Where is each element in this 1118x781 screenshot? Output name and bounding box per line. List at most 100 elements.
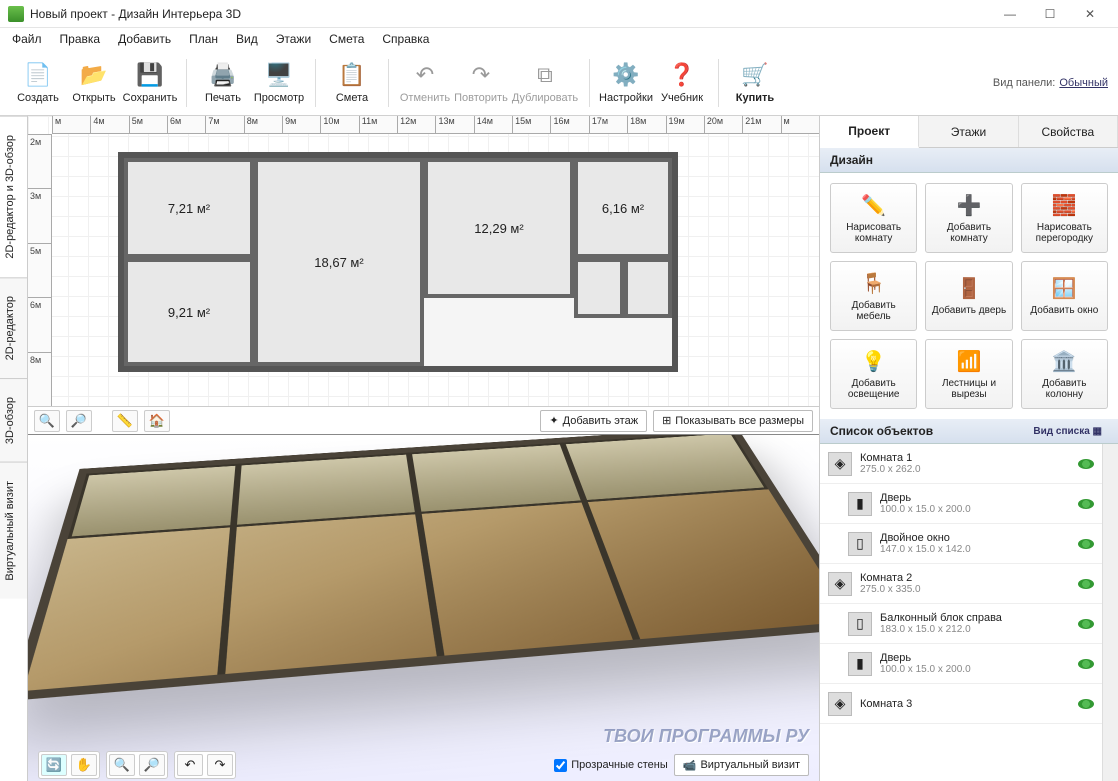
menu-file[interactable]: Файл xyxy=(4,30,50,48)
app-icon xyxy=(8,6,24,22)
floor-plan[interactable]: 7,21 м² 18,67 м² 12,29 м² 6,16 м² 9,21 м… xyxy=(118,152,678,372)
object-row[interactable]: ◈Комната 1275.0 x 262.0 xyxy=(820,444,1102,484)
add-floor-button[interactable]: ✦Добавить этаж xyxy=(540,410,647,432)
object-row[interactable]: ◈Комната 3 xyxy=(820,684,1102,724)
object-row[interactable]: ▯Балконный блок справа183.0 x 15.0 x 212… xyxy=(820,604,1102,644)
scrollbar[interactable] xyxy=(1102,444,1118,781)
orbit-button[interactable]: 🔄 xyxy=(41,754,67,776)
tool-draw-partition[interactable]: 🧱Нарисовать перегородку xyxy=(1021,183,1108,253)
menu-floors[interactable]: Этажи xyxy=(268,30,319,48)
room-5[interactable]: 9,21 м² xyxy=(124,258,254,366)
virtual-visit-button[interactable]: 📹Виртуальный визит xyxy=(674,754,809,776)
tab-properties[interactable]: Свойства xyxy=(1019,116,1118,147)
object-row[interactable]: ◈Комната 2275.0 x 335.0 xyxy=(820,564,1102,604)
preview-button[interactable]: 🖥️Просмотр xyxy=(251,55,307,111)
monitor-icon: 🖥️ xyxy=(265,61,293,89)
undo-icon: ↶ xyxy=(411,61,439,89)
visibility-toggle[interactable] xyxy=(1078,579,1094,589)
zoom-in-button[interactable]: 🔎 xyxy=(66,410,92,432)
duplicate-button[interactable]: ⧉Дублировать xyxy=(509,55,581,111)
add-room-icon: ➕ xyxy=(957,193,982,218)
tab-floors[interactable]: Этажи xyxy=(919,116,1018,147)
canvas-2d[interactable]: м4м5м6м7м8м9м10м11м12м13м14м15м16м17м18м… xyxy=(28,116,819,435)
zoom-in-3d[interactable]: 🔎 xyxy=(139,754,165,776)
menu-add[interactable]: Добавить xyxy=(110,30,179,48)
tab-3d[interactable]: 3D-обзор xyxy=(0,378,27,462)
room-small-1[interactable] xyxy=(574,258,624,318)
visibility-toggle[interactable] xyxy=(1078,539,1094,549)
rotate-left[interactable]: ↶ xyxy=(177,754,203,776)
clipboard-icon: 📋 xyxy=(338,61,366,89)
object-icon: ▮ xyxy=(848,492,872,516)
menu-estimate[interactable]: Смета xyxy=(321,30,372,48)
tab-2d-3d[interactable]: 2D-редактор и 3D-обзор xyxy=(0,116,27,277)
create-button[interactable]: 📄Создать xyxy=(10,55,66,111)
close-button[interactable]: ✕ xyxy=(1070,2,1110,26)
visibility-toggle[interactable] xyxy=(1078,659,1094,669)
zoom-out-3d[interactable]: 🔍 xyxy=(109,754,135,776)
tab-2d[interactable]: 2D-редактор xyxy=(0,277,27,378)
list-icon[interactable]: ▦ xyxy=(1093,426,1102,437)
canvas-3d[interactable]: ТВОИ ПРОГРАММЫ РУ 🔄 ✋ 🔍 🔎 ↶ ↷ Прозрачные… xyxy=(28,435,819,781)
show-dims-button[interactable]: ⊞Показывать все размеры xyxy=(653,410,813,432)
stairs-icon: 📶 xyxy=(957,349,982,374)
panel-mode-link[interactable]: Обычный xyxy=(1059,77,1108,89)
object-row[interactable]: ▮Дверь100.0 x 15.0 x 200.0 xyxy=(820,484,1102,524)
room-small-2[interactable] xyxy=(624,258,672,318)
tool-draw-room[interactable]: ✏️Нарисовать комнату xyxy=(830,183,917,253)
print-button[interactable]: 🖨️Печать xyxy=(195,55,251,111)
object-row[interactable]: ▮Дверь100.0 x 15.0 x 200.0 xyxy=(820,644,1102,684)
titlebar: Новый проект - Дизайн Интерьера 3D — ☐ ✕ xyxy=(0,0,1118,28)
column-icon: 🏛️ xyxy=(1052,349,1077,374)
rotate-right[interactable]: ↷ xyxy=(207,754,233,776)
object-icon: ◈ xyxy=(828,452,852,476)
visibility-toggle[interactable] xyxy=(1078,699,1094,709)
redo-button[interactable]: ↷Повторить xyxy=(453,55,509,111)
tab-project[interactable]: Проект xyxy=(820,116,919,148)
tool-add-window[interactable]: 🪟Добавить окно xyxy=(1021,261,1108,331)
visibility-toggle[interactable] xyxy=(1078,499,1094,509)
pan-button[interactable]: ✋ xyxy=(71,754,97,776)
maximize-button[interactable]: ☐ xyxy=(1030,2,1070,26)
door-icon: 🚪 xyxy=(957,276,982,301)
list-view-link[interactable]: Вид списка xyxy=(1033,426,1089,437)
tool-add-furniture[interactable]: 🪑Добавить мебель xyxy=(830,261,917,331)
transparent-walls-checkbox[interactable]: Прозрачные стены xyxy=(554,759,667,772)
room-4[interactable]: 6,16 м² xyxy=(574,158,672,258)
save-button[interactable]: 💾Сохранить xyxy=(122,55,178,111)
tool-add-room[interactable]: ➕Добавить комнату xyxy=(925,183,1012,253)
open-button[interactable]: 📂Открыть xyxy=(66,55,122,111)
room-1[interactable]: 7,21 м² xyxy=(124,158,254,258)
model-3d[interactable] xyxy=(28,435,819,701)
tool-add-door[interactable]: 🚪Добавить дверь xyxy=(925,261,1012,331)
menu-view[interactable]: Вид xyxy=(228,30,266,48)
object-list[interactable]: ◈Комната 1275.0 x 262.0▮Дверь100.0 x 15.… xyxy=(820,444,1102,781)
undo-button[interactable]: ↶Отменить xyxy=(397,55,453,111)
room-3[interactable]: 12,29 м² xyxy=(424,158,574,298)
buy-button[interactable]: 🛒Купить xyxy=(727,55,783,111)
menu-edit[interactable]: Правка xyxy=(52,30,109,48)
bulb-icon: 💡 xyxy=(861,349,886,374)
open-icon: 📂 xyxy=(80,61,108,89)
visibility-toggle[interactable] xyxy=(1078,459,1094,469)
measure-button[interactable]: 📏 xyxy=(112,410,138,432)
room-2[interactable]: 18,67 м² xyxy=(254,158,424,366)
tool-add-light[interactable]: 💡Добавить освещение xyxy=(830,339,917,409)
settings-button[interactable]: ⚙️Настройки xyxy=(598,55,654,111)
save-icon: 💾 xyxy=(136,61,164,89)
object-row[interactable]: ▯Двойное окно147.0 x 15.0 x 142.0 xyxy=(820,524,1102,564)
home-button[interactable]: 🏠 xyxy=(144,410,170,432)
minimize-button[interactable]: — xyxy=(990,2,1030,26)
zoom-out-button[interactable]: 🔍 xyxy=(34,410,60,432)
menu-help[interactable]: Справка xyxy=(374,30,437,48)
new-icon: 📄 xyxy=(24,61,52,89)
visibility-toggle[interactable] xyxy=(1078,619,1094,629)
main-toolbar: 📄Создать 📂Открыть 💾Сохранить 🖨️Печать 🖥️… xyxy=(0,50,1118,116)
tool-add-column[interactable]: 🏛️Добавить колонну xyxy=(1021,339,1108,409)
tutorial-button[interactable]: ❓Учебник xyxy=(654,55,710,111)
estimate-button[interactable]: 📋Смета xyxy=(324,55,380,111)
tab-virtual[interactable]: Виртуальный визит xyxy=(0,462,27,599)
menu-plan[interactable]: План xyxy=(181,30,226,48)
tool-stairs[interactable]: 📶Лестницы и вырезы xyxy=(925,339,1012,409)
wall-icon: 🧱 xyxy=(1052,193,1077,218)
